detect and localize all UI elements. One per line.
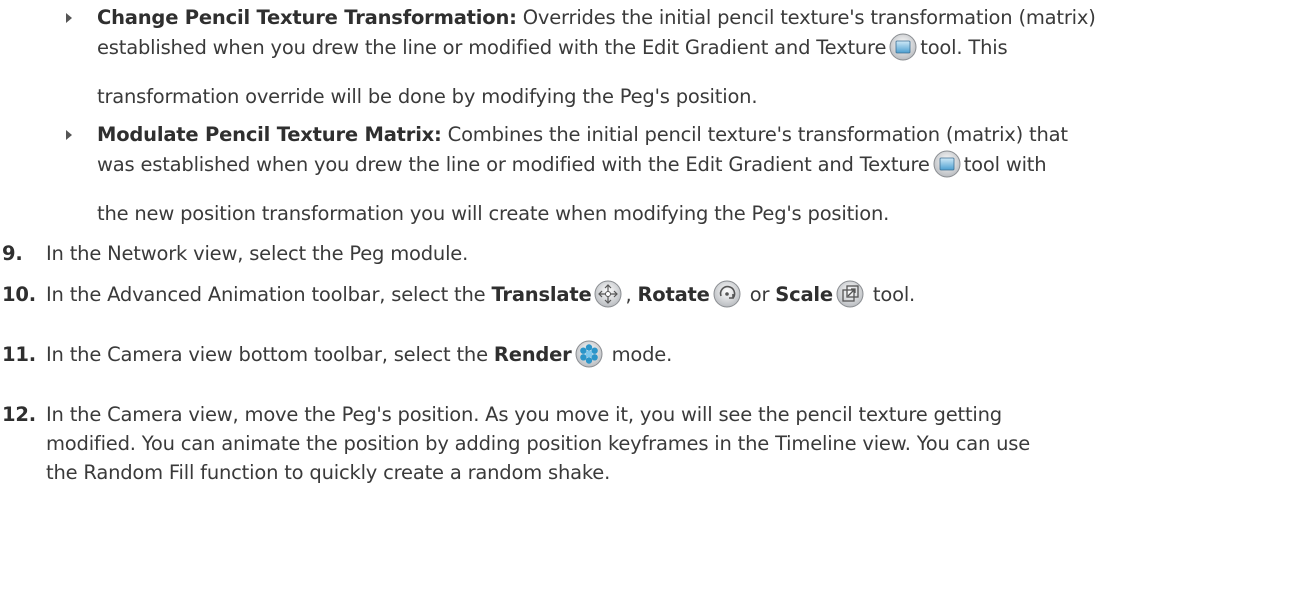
step-12-line3: the Random Fill function to quickly crea… — [46, 461, 611, 484]
edit-gradient-texture-icon — [933, 150, 961, 178]
step-number: 12. — [2, 403, 36, 426]
bullet-change-pencil-texture-line2: established when you drew the line or mo… — [97, 33, 1008, 61]
render-mode-label: Render — [493, 343, 572, 366]
edit-gradient-texture-icon — [889, 33, 917, 61]
step-12-line2: modified. You can animate the position b… — [46, 432, 1031, 455]
step-number: 9. — [2, 242, 23, 265]
step-10: 10. In the Advanced Animation toolbar, se… — [2, 280, 915, 308]
bullet-change-pencil-texture-line3: transformation override will be done by … — [97, 85, 758, 108]
scale-icon — [836, 280, 864, 308]
translate-icon — [594, 280, 622, 308]
bullet-title: Modulate Pencil Texture Matrix: — [97, 123, 442, 146]
rotate-tool-label: Rotate — [637, 283, 710, 306]
step-9: 9. In the Network view, select the Peg mo… — [2, 242, 469, 265]
bullet-marker — [66, 130, 72, 140]
bullet-modulate-matrix-line3: the new position transformation you will… — [97, 202, 890, 225]
step-number: 10. — [2, 283, 36, 306]
step-11: 11. In the Camera view bottom toolbar, se… — [2, 340, 672, 368]
rotate-icon — [713, 280, 741, 308]
step-number: 11. — [2, 343, 36, 366]
bullet-modulate-matrix-line1: Modulate Pencil Texture Matrix: Combines… — [97, 123, 1068, 146]
step-12-line1: 12. In the Camera view, move the Peg's po… — [2, 403, 1002, 426]
scale-tool-label: Scale — [775, 283, 833, 306]
translate-tool-label: Translate — [491, 283, 592, 306]
bullet-marker — [66, 13, 72, 23]
bullet-modulate-matrix-line2: was established when you drew the line o… — [97, 150, 1047, 178]
bullet-change-pencil-texture-line1: Change Pencil Texture Transformation: Ov… — [97, 6, 1096, 29]
bullet-title: Change Pencil Texture Transformation: — [97, 6, 517, 29]
render-icon — [575, 340, 603, 368]
